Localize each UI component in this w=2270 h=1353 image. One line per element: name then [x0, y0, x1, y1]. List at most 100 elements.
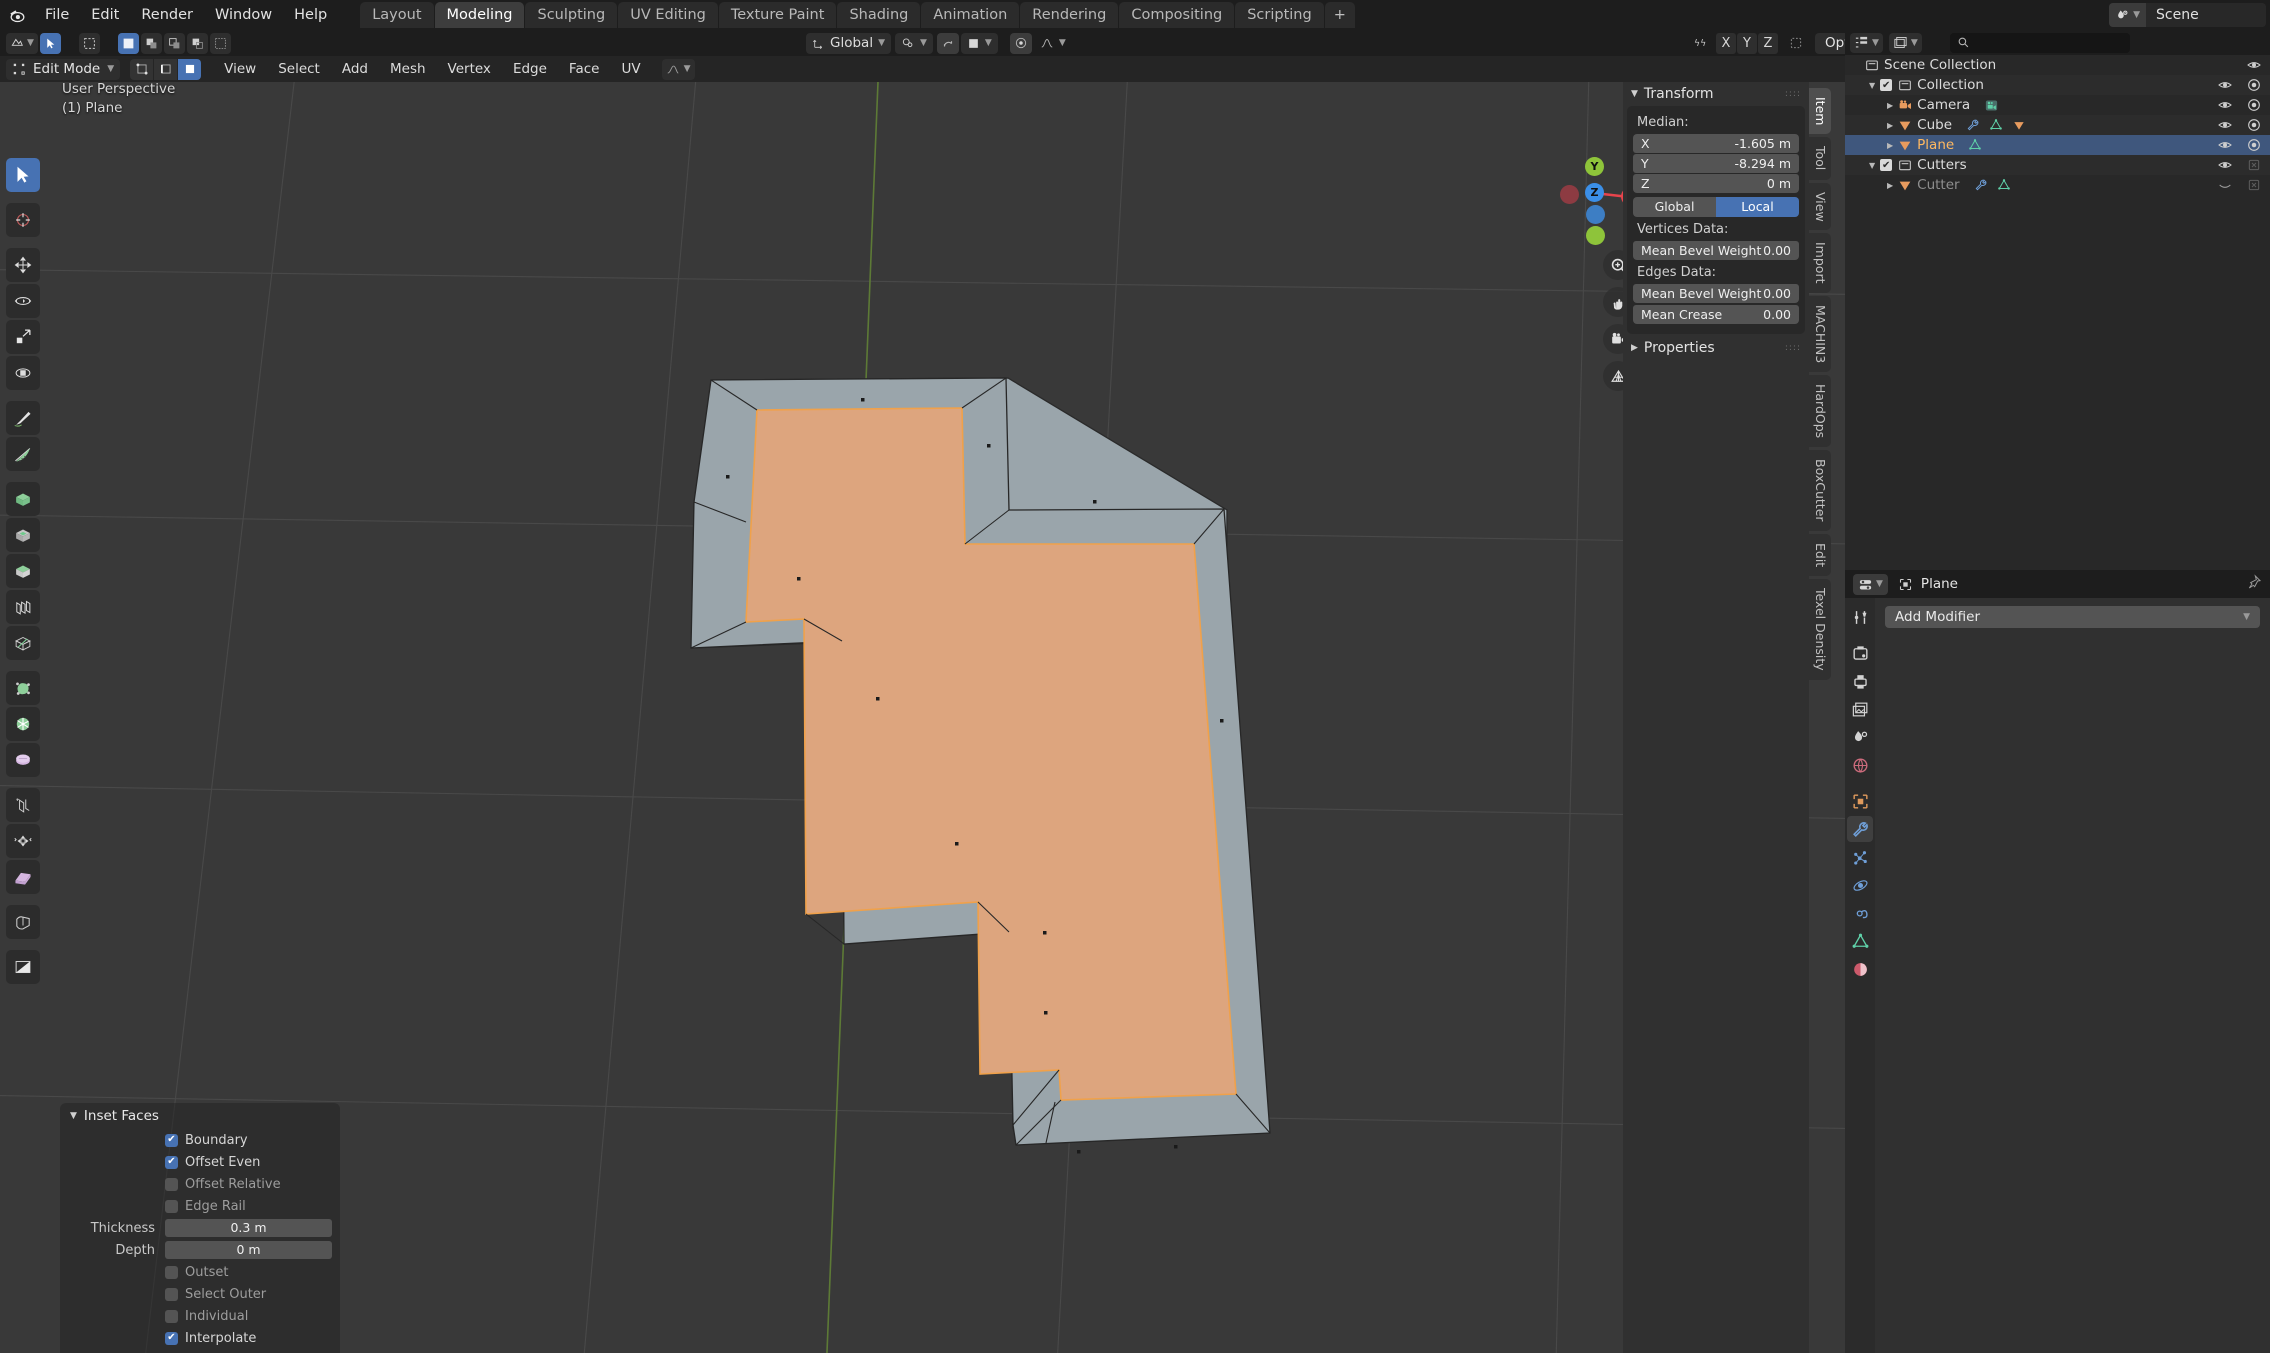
mesh-menu-edge[interactable]: Edge — [502, 59, 558, 80]
outliner-search-input[interactable] — [1949, 32, 2130, 53]
camera-data-badge-icon[interactable] — [1984, 98, 1999, 113]
data-row-mean-bevel-weight[interactable]: Mean Bevel Weight 0.00 — [1633, 284, 1799, 303]
checkbox[interactable] — [165, 1133, 178, 1147]
expander-right-icon[interactable]: ▶ — [1887, 101, 1893, 110]
mesh-menu-vertex[interactable]: Vertex — [437, 59, 502, 80]
field-value[interactable]: 0.3 m — [165, 1219, 332, 1237]
operator-checkbox-boundary[interactable]: Boundary — [60, 1129, 340, 1151]
modifier-wrench-icon[interactable] — [1966, 118, 1980, 132]
workspace-tab-modeling[interactable]: Modeling — [434, 2, 525, 28]
mesh-menu-view[interactable]: View — [213, 59, 267, 80]
tool-smooth-tool[interactable] — [6, 743, 40, 777]
menu-edit[interactable]: Edit — [80, 3, 130, 27]
scene-selector[interactable]: ▼ Scene — [2109, 3, 2266, 27]
properties-scene-tab[interactable] — [1847, 724, 1873, 750]
outliner-row-collection[interactable]: ▼ ✔ Collection — [1845, 75, 2270, 95]
menu-help[interactable]: Help — [283, 3, 338, 27]
transform-panel-header[interactable]: ▼ Transform :::: — [1623, 82, 1809, 106]
select-set-icon[interactable] — [117, 32, 139, 54]
menu-file[interactable]: File — [34, 3, 80, 27]
scene-name-field[interactable]: Scene — [2146, 3, 2266, 27]
select-subtract-icon[interactable] — [163, 32, 185, 54]
mesh-menu-add[interactable]: Add — [331, 59, 379, 80]
outliner-row-scene-collection[interactable]: Scene Collection — [1845, 55, 2270, 75]
checkbox[interactable] — [165, 1331, 178, 1345]
tool-measure-tool[interactable] — [6, 437, 40, 471]
properties-render-tab[interactable] — [1847, 640, 1873, 666]
face-select-mode[interactable] — [178, 58, 202, 80]
workspace-tab-shading[interactable]: Shading — [837, 2, 921, 28]
outliner-row-plane[interactable]: ▶ Plane — [1845, 135, 2270, 155]
workspace-tab-layout[interactable]: Layout — [360, 2, 434, 28]
tool-loop-cut-tool[interactable] — [6, 590, 40, 624]
select-difference-icon[interactable] — [186, 32, 208, 54]
workspace-tab-sculpting[interactable]: Sculpting — [525, 2, 618, 28]
outliner-id-type-icon[interactable]: ▼ — [1888, 32, 1922, 53]
checkbox[interactable] — [165, 1309, 178, 1323]
tool-shear-tool[interactable] — [6, 860, 40, 894]
workspace-tab-texture-paint[interactable]: Texture Paint — [718, 2, 837, 28]
expander-right-icon[interactable]: ▶ — [1887, 181, 1893, 190]
hide-eye-icon[interactable] — [2246, 57, 2262, 73]
modifier-wrench-icon[interactable] — [1974, 178, 1988, 192]
3d-viewport[interactable]: User Perspective (1) Plane Y Z X ▼ Trans… — [0, 82, 1845, 1353]
operator-field-thickness[interactable]: Thickness 0.3 m — [60, 1217, 340, 1239]
select-box-icon[interactable] — [78, 32, 100, 54]
vertex-select-mode[interactable] — [130, 58, 154, 80]
sidebar-tab-boxcutter[interactable]: BoxCutter — [1809, 450, 1831, 531]
outliner-row-cube[interactable]: ▶ Cube — [1845, 115, 2270, 135]
transform-orientation-selector[interactable]: Global ▼ — [806, 32, 891, 54]
median-field-y[interactable]: Y -8.294 m — [1633, 154, 1799, 173]
properties-world-tab[interactable] — [1847, 752, 1873, 778]
hide-closed-eye-icon[interactable] — [2217, 177, 2233, 193]
properties-tool-tab[interactable] — [1847, 604, 1873, 630]
mode-selector[interactable]: Edit Mode ▼ — [6, 58, 121, 80]
hide-eye-icon[interactable] — [2217, 137, 2233, 153]
tool-move-tool[interactable] — [6, 248, 40, 282]
outliner-row-camera[interactable]: ▶ Camera — [1845, 95, 2270, 115]
mesh-data-icon[interactable] — [1997, 178, 2011, 192]
tool-annotate-tool[interactable] — [6, 401, 40, 435]
tool-extrude-region-tool[interactable] — [6, 482, 40, 516]
properties-view-layer-tab[interactable] — [1847, 696, 1873, 722]
tweak-select-toggle[interactable] — [39, 32, 61, 54]
mesh-menu-select[interactable]: Select — [267, 59, 331, 80]
topology-mirror-icon[interactable] — [1785, 33, 1807, 54]
checkbox[interactable] — [165, 1287, 178, 1301]
operator-field-depth[interactable]: Depth 0 m — [60, 1239, 340, 1261]
operator-checkbox-offset-even[interactable]: Offset Even — [60, 1151, 340, 1173]
workspace-tab-scripting[interactable]: Scripting — [1235, 2, 1324, 28]
visibility-checkbox[interactable]: ✔ — [1880, 159, 1893, 171]
sidebar-tab-edit[interactable]: Edit — [1809, 533, 1831, 577]
sidebar-tab-import[interactable]: Import — [1809, 233, 1831, 293]
mirror-axis-z[interactable]: Z — [1758, 32, 1778, 54]
gizmo-axis-neg-y[interactable] — [1586, 226, 1605, 245]
operator-panel-header[interactable]: ▼ Inset Faces — [60, 1103, 340, 1129]
falloff-curve-selector[interactable]: ▼ — [1034, 33, 1072, 54]
properties-editor-icon[interactable]: ▼ — [1853, 573, 1888, 595]
gizmo-axis-neg-z[interactable] — [1586, 205, 1605, 224]
data-row-mean-crease[interactable]: Mean Crease 0.00 — [1633, 305, 1799, 324]
outliner-row-cutters[interactable]: ▼ ✔ Cutters — [1845, 155, 2270, 175]
menu-window[interactable]: Window — [204, 3, 283, 27]
disable-in-renders-icon[interactable] — [2246, 97, 2262, 113]
add-modifier-button[interactable]: Add Modifier ▼ — [1885, 606, 2260, 628]
sidebar-tab-machin3[interactable]: MACHIN3 — [1809, 295, 1831, 373]
disable-in-renders-off-icon[interactable] — [2246, 177, 2262, 193]
operator-checkbox-interpolate[interactable]: Interpolate — [60, 1327, 340, 1349]
properties-particles-tab[interactable] — [1847, 844, 1873, 870]
checkbox[interactable] — [165, 1199, 178, 1213]
workspace-tab-animation[interactable]: Animation — [921, 2, 1020, 28]
field-value[interactable]: 0 m — [165, 1241, 332, 1259]
operator-checkbox-outset[interactable]: Outset — [60, 1261, 340, 1283]
gizmo-axis-z[interactable]: Z — [1585, 183, 1604, 202]
select-intersect-icon[interactable] — [209, 32, 231, 54]
workspace-tab-compositing[interactable]: Compositing — [1119, 2, 1235, 28]
properties-output-tab[interactable] — [1847, 668, 1873, 694]
tool-scale-tool[interactable] — [6, 320, 40, 354]
tool-spin-tool[interactable] — [6, 707, 40, 741]
scene-icon[interactable]: ▼ — [2109, 3, 2146, 27]
outliner-row-cutter[interactable]: ▶ Cutter — [1845, 175, 2270, 195]
sidebar-tab-texel-density[interactable]: Texel Density — [1809, 579, 1831, 680]
mirror-axis-x[interactable]: X — [1716, 32, 1736, 54]
